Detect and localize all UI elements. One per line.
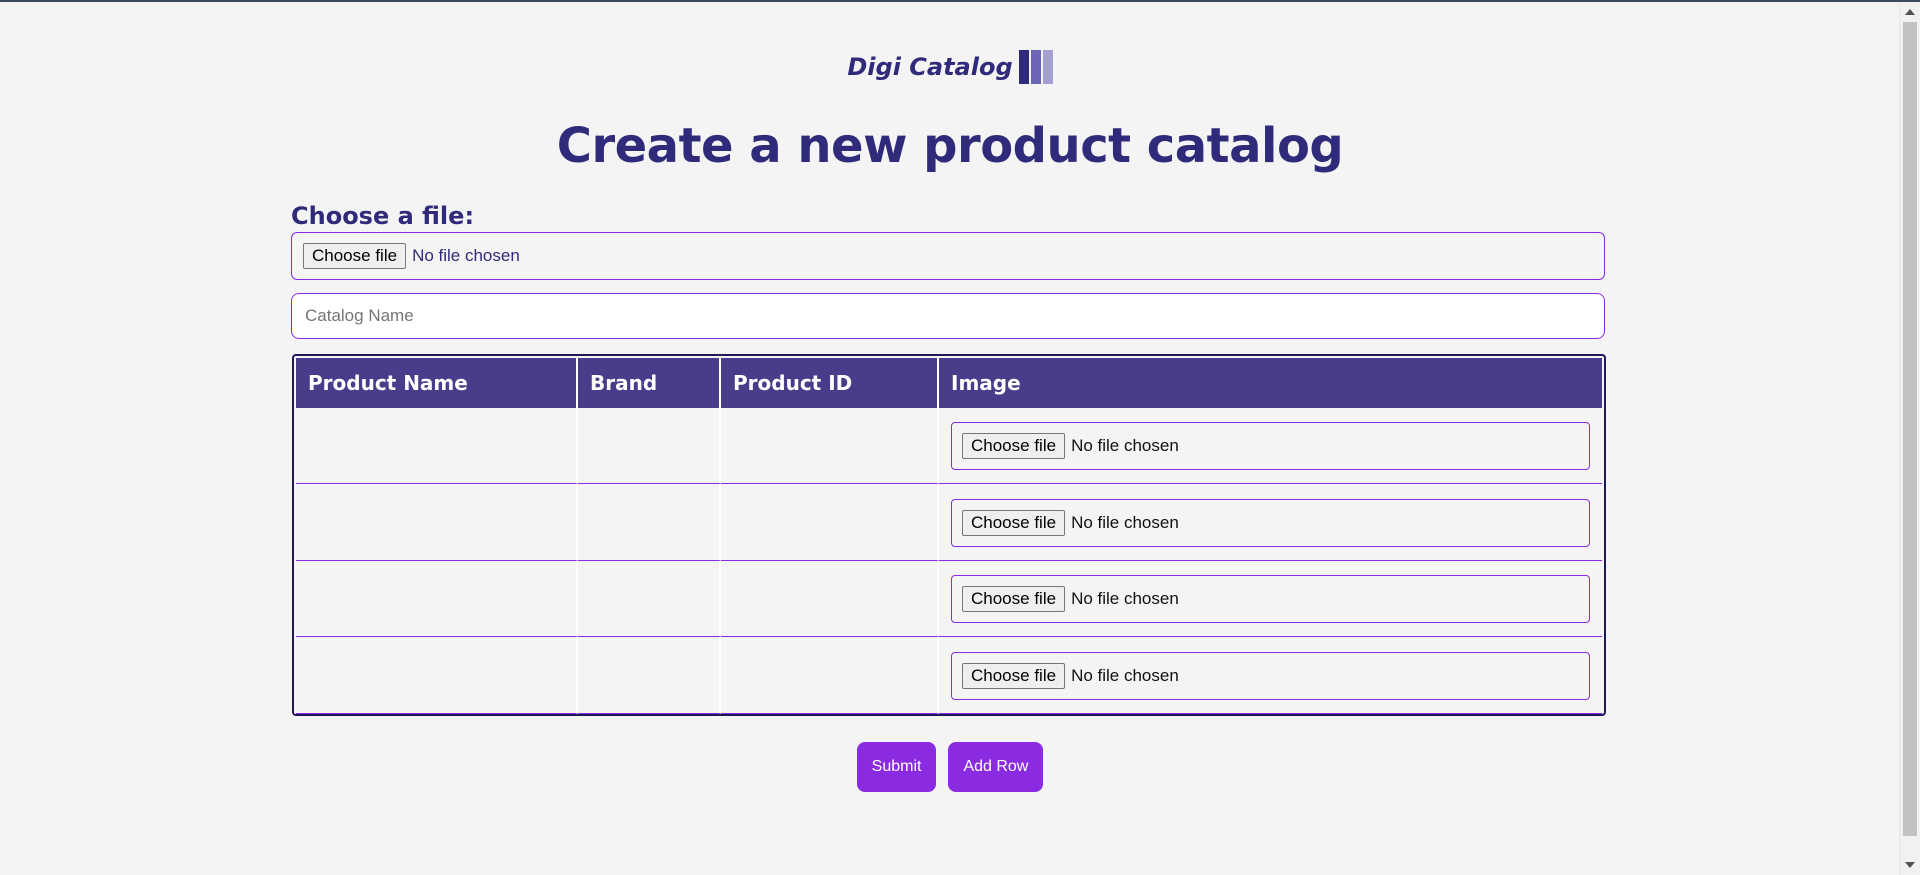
column-header-brand: Brand	[578, 358, 721, 408]
brand-cell[interactable]	[578, 561, 721, 637]
product-id-cell[interactable]	[721, 561, 939, 637]
file-status: No file chosen	[1071, 513, 1179, 532]
vertical-scrollbar[interactable]	[1899, 2, 1920, 875]
product-name-cell[interactable]	[296, 485, 578, 561]
table-row: Choose file No file chosen	[296, 561, 1602, 637]
scroll-down-icon[interactable]	[1905, 862, 1915, 868]
file-status: No file chosen	[412, 246, 520, 265]
product-table: Product Name Brand Product ID Image Choo…	[292, 354, 1606, 716]
image-file-input[interactable]: Choose file No file chosen	[951, 499, 1590, 547]
column-header-image: Image	[951, 371, 1021, 395]
product-name-cell[interactable]	[296, 408, 578, 484]
product-name-cell[interactable]	[296, 638, 578, 714]
column-header-product-id: Product ID	[721, 358, 939, 408]
brand-cell[interactable]	[578, 408, 721, 484]
table-row: Choose file No file chosen	[296, 408, 1602, 484]
brand-name: Digi Catalog	[847, 53, 1013, 81]
product-id-cell[interactable]	[721, 408, 939, 484]
choose-file-button[interactable]: Choose file	[962, 510, 1066, 536]
form-actions: Submit Add Row	[0, 742, 1900, 792]
image-file-input[interactable]: Choose file No file chosen	[951, 652, 1590, 700]
choose-file-button[interactable]: Choose file	[962, 586, 1066, 612]
file-status: No file chosen	[1071, 436, 1179, 455]
table-row: Choose file No file chosen	[296, 485, 1602, 561]
image-cell: Choose file No file chosen	[939, 408, 1602, 484]
image-cell: Choose file No file chosen	[939, 485, 1602, 561]
image-file-input[interactable]: Choose file No file chosen	[951, 575, 1590, 623]
bars-logo-icon	[1018, 50, 1053, 84]
page: Digi Catalog Create a new product catalo…	[0, 2, 1900, 875]
image-cell: Choose file No file chosen	[939, 638, 1602, 714]
file-status: No file chosen	[1071, 589, 1179, 608]
product-id-cell[interactable]	[721, 485, 939, 561]
file-label: Choose a file:	[291, 202, 475, 230]
file-status: No file chosen	[1071, 666, 1179, 685]
scroll-thumb[interactable]	[1903, 22, 1917, 836]
brand-cell[interactable]	[578, 638, 721, 714]
add-row-button[interactable]: Add Row	[948, 742, 1044, 792]
table-header: Product Name Brand Product ID Image	[296, 358, 1602, 408]
product-id-cell[interactable]	[721, 638, 939, 714]
choose-file-button[interactable]: Choose file	[962, 663, 1066, 689]
catalog-name-input[interactable]: Catalog Name	[291, 293, 1605, 339]
brand-logo: Digi Catalog	[0, 50, 1900, 84]
submit-button[interactable]: Submit	[856, 742, 937, 792]
file-input[interactable]: Choose file No file chosen	[291, 232, 1605, 280]
choose-file-button[interactable]: Choose file	[303, 243, 407, 269]
product-name-cell[interactable]	[296, 561, 578, 637]
brand-cell[interactable]	[578, 485, 721, 561]
column-header-product-name: Product Name	[296, 358, 578, 408]
choose-file-button[interactable]: Choose file	[962, 433, 1066, 459]
page-title: Create a new product catalog	[556, 118, 1344, 174]
scroll-up-icon[interactable]	[1905, 9, 1915, 15]
table-row: Choose file No file chosen	[296, 638, 1602, 714]
image-file-input[interactable]: Choose file No file chosen	[951, 422, 1590, 470]
image-cell: Choose file No file chosen	[939, 561, 1602, 637]
